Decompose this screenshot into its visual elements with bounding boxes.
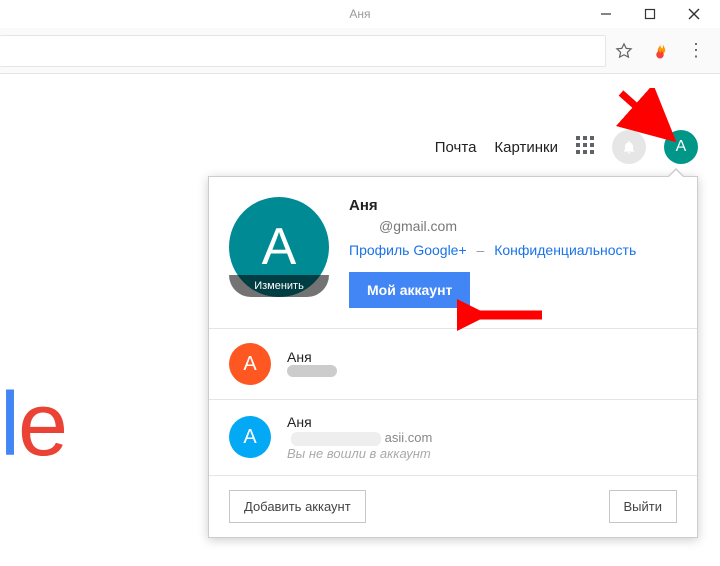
star-icon [615, 42, 633, 60]
google-apps-button[interactable] [576, 136, 594, 159]
flame-icon [651, 42, 669, 60]
page-content: Почта Картинки A le А Изменить [0, 74, 720, 566]
mail-link[interactable]: Почта [435, 139, 477, 156]
extension-button[interactable] [642, 33, 678, 69]
account-primary-section: А Изменить Аня @gmail.com Профиль Google… [209, 177, 697, 329]
google-logo-fragment: le [0, 374, 66, 477]
bell-icon [621, 139, 637, 155]
avatar-edit-label[interactable]: Изменить [229, 275, 329, 297]
window-minimize-button[interactable] [584, 0, 628, 28]
google-header-nav: Почта Картинки A [435, 130, 698, 164]
add-account-button[interactable]: Добавить аккаунт [229, 490, 366, 523]
images-link[interactable]: Картинки [494, 139, 558, 156]
account-row-note: Вы не вошли в аккаунт [287, 446, 432, 461]
window-title: Аня [349, 7, 370, 21]
other-account-row-1[interactable]: A Аня asii.com Вы не вошли в аккаунт [209, 400, 697, 476]
google-plus-profile-link[interactable]: Профиль Google+ [349, 242, 467, 258]
other-account-row-0[interactable]: A Аня [209, 329, 697, 400]
window-titlebar: Аня [0, 0, 720, 28]
avatar-letter: A [676, 138, 687, 156]
bookmark-star-button[interactable] [606, 33, 642, 69]
my-account-button[interactable]: Мой аккаунт [349, 272, 470, 308]
kebab-icon: ⋮ [687, 40, 705, 61]
account-row-name: Аня [287, 414, 432, 430]
minimize-icon [600, 8, 612, 20]
account-row-email [287, 365, 337, 380]
sign-out-button[interactable]: Выйти [609, 490, 678, 523]
apps-grid-icon [576, 136, 594, 154]
browser-toolbar: ⋮ [0, 28, 720, 74]
account-email: @gmail.com [349, 218, 677, 234]
window-close-button[interactable] [672, 0, 716, 28]
account-menu-footer: Добавить аккаунт Выйти [209, 476, 697, 537]
account-avatar-large[interactable]: А Изменить [229, 197, 329, 297]
browser-menu-button[interactable]: ⋮ [678, 33, 714, 69]
address-bar[interactable] [0, 35, 606, 67]
window-maximize-button[interactable] [628, 0, 672, 28]
close-icon [688, 8, 700, 20]
account-name: Аня [349, 197, 677, 214]
account-row-name: Аня [287, 349, 337, 365]
maximize-icon [644, 8, 656, 20]
account-links: Профиль Google+ – Конфиденциальность [349, 242, 677, 258]
account-avatar-button[interactable]: A [664, 130, 698, 164]
account-menu-popup: А Изменить Аня @gmail.com Профиль Google… [208, 176, 698, 538]
account-row-avatar: A [229, 416, 271, 458]
privacy-link[interactable]: Конфиденциальность [494, 242, 636, 258]
notifications-button[interactable] [612, 130, 646, 164]
account-row-email: asii.com [287, 430, 432, 446]
account-row-avatar: A [229, 343, 271, 385]
